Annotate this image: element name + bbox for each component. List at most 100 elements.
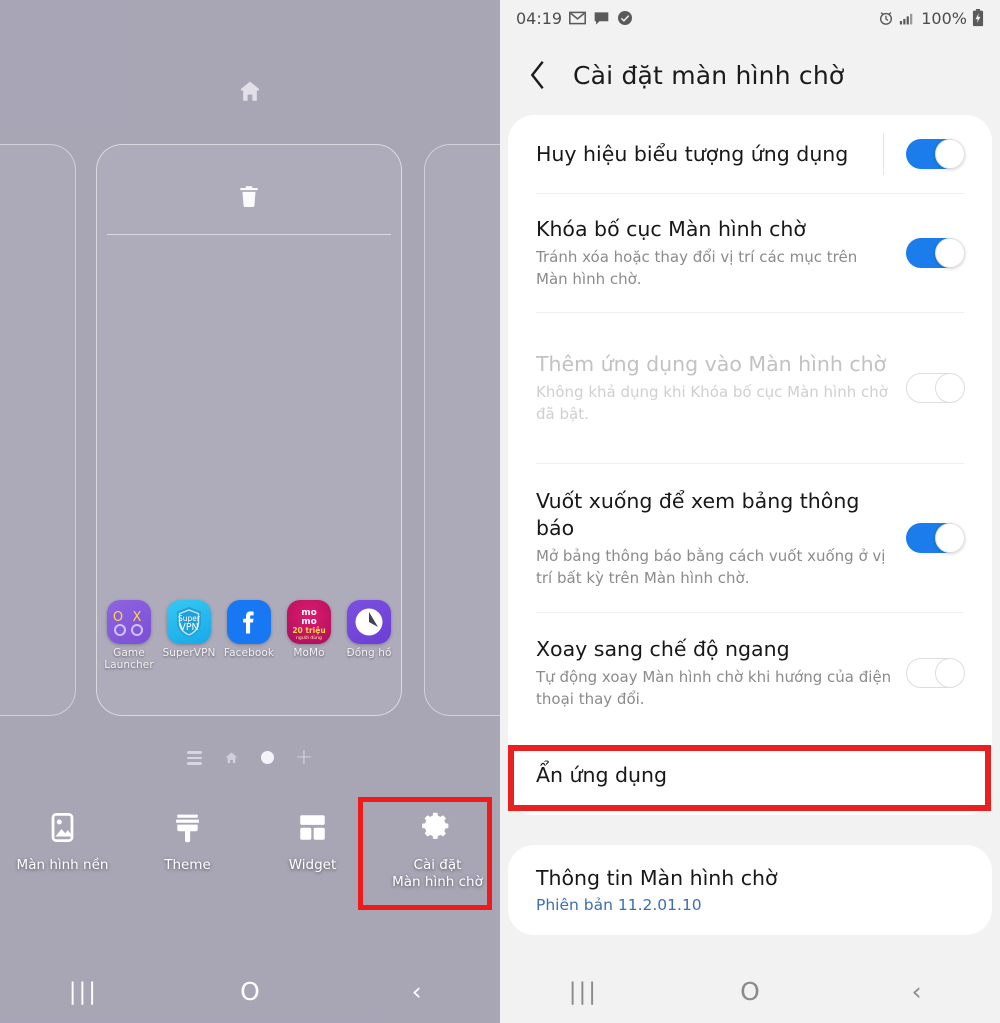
list-item[interactable]: Super VPN SuperVPN: [162, 600, 216, 671]
setting-row-rotate-to-landscape[interactable]: Xoay sang chế độ ngang Tự động xoay Màn …: [508, 613, 992, 733]
list-item[interactable]: Đồng hồ: [342, 600, 396, 671]
recents-icon: |||: [68, 978, 98, 1005]
setting-row-app-icon-badges[interactable]: Huy hiệu biểu tượng ứng dụng: [508, 115, 992, 193]
page-indicator-row: +: [0, 746, 500, 768]
app-label: MoMo: [293, 647, 325, 659]
status-bar: 04:19 100%: [500, 0, 1000, 36]
tool-label: Cài đặt Màn hình chờ: [392, 857, 483, 890]
tool-home-screen-settings[interactable]: Cài đặt Màn hình chờ: [375, 795, 500, 913]
navigation-bar: ||| O ‹: [0, 960, 500, 1023]
setting-row-hide-apps[interactable]: Ẩn ứng dụng: [508, 733, 992, 817]
alarm-icon: [880, 12, 893, 25]
svg-text:VPN: VPN: [179, 622, 198, 633]
status-time: 04:19: [516, 8, 563, 28]
settings-card: Huy hiệu biểu tượng ứng dụng Khóa bố cục…: [508, 115, 992, 815]
home-dock: O X Game Launcher Super VPN SuperVPN Fac…: [96, 600, 402, 671]
wallpaper-icon: [51, 812, 74, 843]
home-edit-toolbar: Màn hình nền Theme Widget Cài đặt Màn hì…: [0, 795, 500, 913]
row-title: Xoay sang chế độ ngang: [536, 637, 790, 661]
home-screen-edit-panel: O X Game Launcher Super VPN SuperVPN Fac…: [0, 0, 500, 1023]
battery-charging-icon: [972, 9, 984, 27]
home-button[interactable]: O: [667, 977, 834, 1006]
toggle-knob: [935, 658, 965, 688]
back-nav-icon: ‹: [411, 977, 422, 1006]
app-label: Facebook: [223, 647, 275, 659]
info-version: Phiên bản 11.2.01.10: [536, 895, 702, 914]
widget-grid-icon: [300, 815, 325, 840]
list-item[interactable]: Facebook: [222, 600, 276, 671]
row-divider-vertical: [883, 133, 884, 175]
recents-button[interactable]: |||: [500, 979, 667, 1005]
row-title: Vuốt xuống để xem bảng thông báo: [536, 488, 860, 540]
toggle-swipe-down-notifications[interactable]: [906, 523, 965, 553]
navigation-bar: ||| O ‹: [500, 960, 1000, 1023]
tool-theme[interactable]: Theme: [125, 795, 250, 913]
toggle-rotate-to-landscape[interactable]: [906, 658, 965, 688]
home-button[interactable]: O: [167, 977, 334, 1006]
check-circle-icon: [618, 11, 633, 25]
svg-text:20 triệu: 20 triệu: [292, 626, 325, 635]
supervpn-icon: Super VPN: [167, 600, 211, 644]
toggle-lock-home-layout[interactable]: [906, 238, 965, 268]
svg-text:người dùng: người dùng: [296, 634, 322, 641]
tool-label: Màn hình nền: [16, 857, 109, 873]
gmail-icon: [569, 11, 587, 25]
toggle-knob: [935, 523, 965, 553]
page-title: Cài đặt màn hình chờ: [573, 60, 845, 90]
app-label: Đồng hồ: [346, 647, 392, 659]
setting-row-lock-home-layout[interactable]: Khóa bố cục Màn hình chờ Tránh xóa hoặc …: [508, 194, 992, 312]
momo-icon: mo mo 20 triệu người dùng: [287, 600, 331, 644]
home-screen-settings-panel: 04:19 100% Cài đặt màn hình chờ Huy hiệu…: [500, 0, 1000, 1023]
row-subtitle: Không khả dụng khi Khóa bố cục Màn hình …: [536, 383, 888, 423]
recents-icon: |||: [568, 978, 598, 1005]
row-title: Huy hiệu biểu tượng ứng dụng: [536, 141, 849, 166]
info-title: Thông tin Màn hình chờ: [536, 865, 778, 890]
home-screen-info-card[interactable]: Thông tin Màn hình chờ Phiên bản 11.2.01…: [508, 845, 992, 935]
home-icon: [240, 81, 260, 101]
recents-button[interactable]: |||: [0, 979, 167, 1005]
tool-label: Widget: [288, 857, 337, 873]
svg-text:X: X: [133, 610, 142, 625]
back-button[interactable]: ‹: [833, 977, 1000, 1006]
home-nav-icon: O: [740, 977, 760, 1006]
setting-row-swipe-down-notifications[interactable]: Vuốt xuống để xem bảng thông báo Mở bảng…: [508, 464, 992, 612]
toggle-knob: [935, 238, 965, 268]
home-nav-icon: O: [240, 977, 260, 1006]
signal-bars-icon: [900, 13, 913, 24]
row-subtitle: Mở bảng thông báo bằng cách vuốt xuống ở…: [536, 546, 886, 587]
plus-icon[interactable]: +: [295, 746, 313, 768]
trash-icon: [240, 186, 258, 207]
page-dot[interactable]: [260, 751, 274, 765]
toggle-app-icon-badges[interactable]: [906, 139, 965, 169]
back-nav-icon: ‹: [911, 977, 922, 1006]
game-launcher-icon: O X: [107, 600, 151, 644]
clock-icon: [347, 600, 391, 644]
home-page-preview-left[interactable]: [0, 144, 76, 716]
list-icon[interactable]: [186, 748, 202, 768]
setting-row-add-apps-to-home: Thêm ứng dụng vào Màn hình chờ Không khả…: [508, 313, 992, 463]
row-title: Ẩn ứng dụng: [536, 762, 668, 787]
theme-brush-icon: [176, 814, 199, 843]
app-label: Game Launcher: [104, 647, 154, 671]
message-icon: [594, 11, 609, 25]
default-home-page-indicator[interactable]: [0, 78, 500, 104]
tool-wallpaper[interactable]: Màn hình nền: [0, 795, 125, 913]
toggle-knob: [935, 373, 965, 403]
home-icon[interactable]: [223, 750, 240, 765]
row-subtitle: Tự động xoay Màn hình chờ khi hướng của …: [536, 668, 892, 708]
list-item[interactable]: mo mo 20 triệu người dùng MoMo: [282, 600, 336, 671]
svg-text:O: O: [113, 610, 123, 625]
list-item[interactable]: O X Game Launcher: [102, 600, 156, 671]
back-chevron-icon[interactable]: [528, 60, 547, 90]
toggle-add-apps-to-home: [906, 373, 965, 403]
row-title: Thêm ứng dụng vào Màn hình chờ: [536, 352, 887, 376]
home-page-preview-right[interactable]: [424, 144, 500, 716]
back-button[interactable]: ‹: [333, 977, 500, 1006]
header: Cài đặt màn hình chờ: [500, 44, 1000, 106]
battery-percent: 100%: [921, 8, 967, 28]
remove-page-button[interactable]: [97, 181, 401, 211]
tool-label: Theme: [164, 857, 211, 873]
tool-widget[interactable]: Widget: [250, 795, 375, 913]
row-title: Khóa bố cục Màn hình chờ: [536, 217, 806, 241]
toggle-knob: [935, 139, 965, 169]
